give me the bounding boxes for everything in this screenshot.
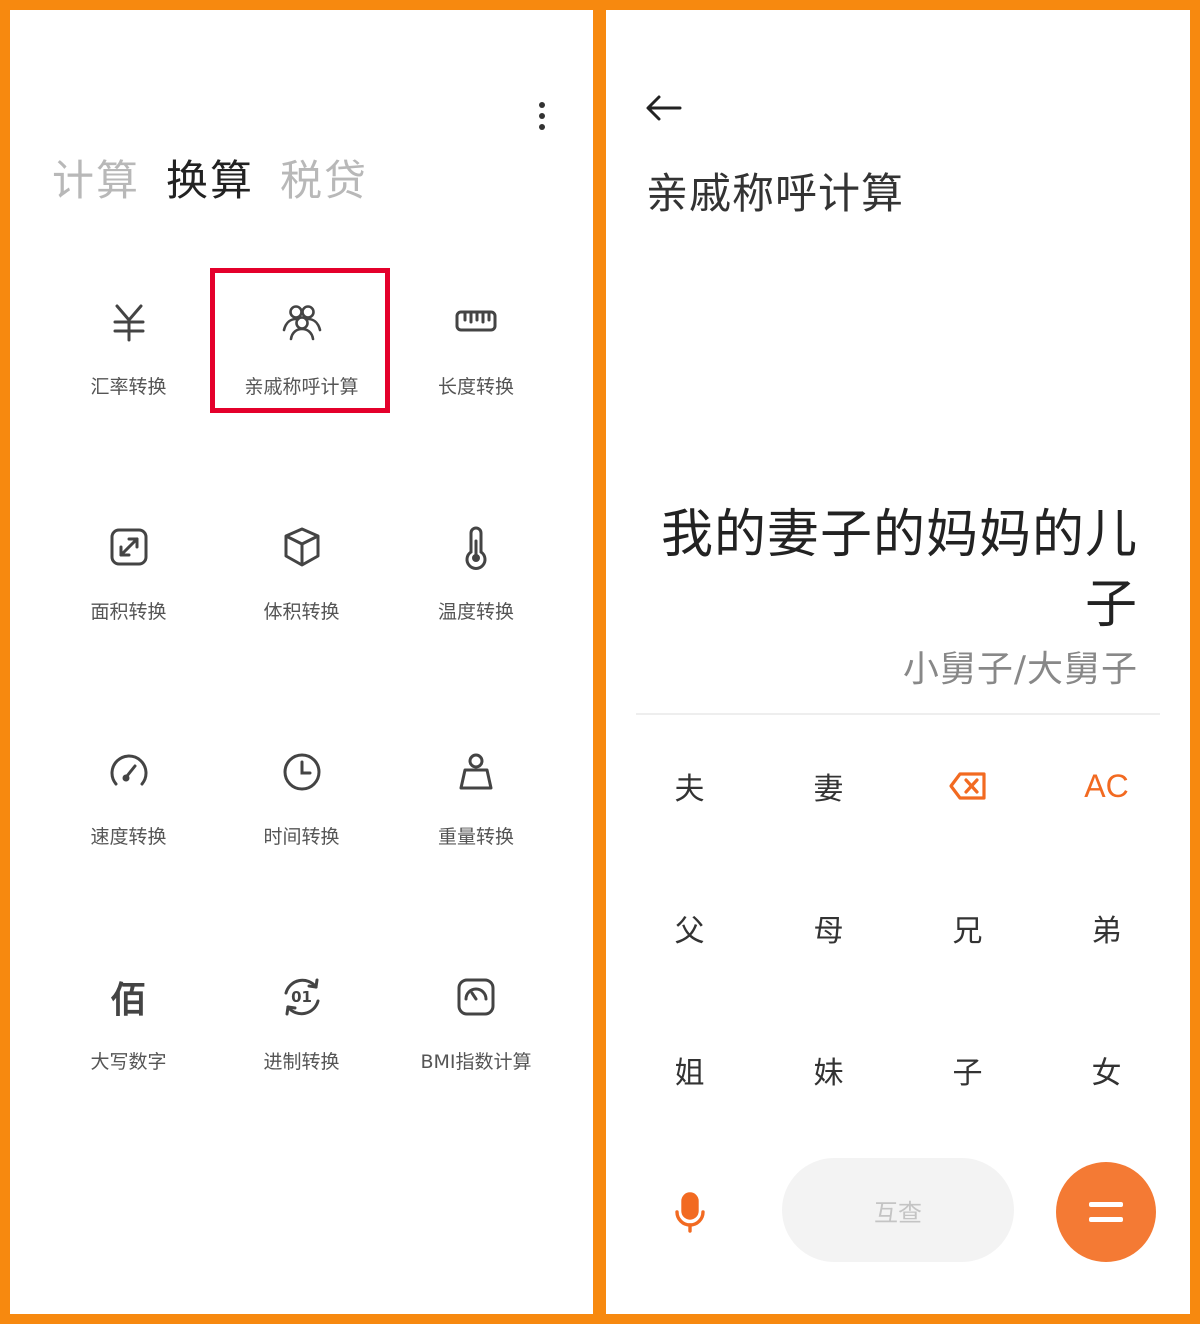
tool-label: 亲戚称呼计算: [244, 376, 359, 398]
tool-label: 体积转换: [263, 601, 340, 623]
tool-weight[interactable]: 重量转换: [388, 720, 564, 945]
tool-temperature[interactable]: 温度转换: [388, 495, 564, 720]
tool-currency[interactable]: 汇率转换: [42, 270, 215, 495]
thermometer-icon: [452, 523, 500, 571]
tool-label: 速度转换: [90, 826, 167, 848]
page-title: 亲戚称呼计算: [646, 169, 905, 218]
tool-bmi[interactable]: BMI指数计算: [388, 945, 564, 1170]
result-display: 小舅子/大舅子: [902, 649, 1138, 690]
tool-capital-number[interactable]: 佰 大写数字: [42, 945, 215, 1170]
expression-display: 我的妻子的妈妈的儿子: [660, 505, 1138, 635]
tool-label: 重量转换: [437, 826, 514, 848]
key-younger-brother[interactable]: 弟: [1037, 857, 1176, 999]
more-options-icon[interactable]: [526, 92, 558, 140]
backspace-icon[interactable]: [898, 715, 1037, 857]
back-arrow-icon[interactable]: [642, 86, 686, 130]
tool-volume[interactable]: 体积转换: [215, 495, 388, 720]
base-conversion-icon: 01: [278, 973, 326, 1021]
key-elder-brother[interactable]: 兄: [898, 857, 1037, 999]
converter-panel: 计算 换算 税贷 汇率转换 亲戚称呼计算 长度转换 面积转换 体积转换 温度转换…: [10, 10, 593, 1314]
cube-icon: [278, 523, 326, 571]
tool-time[interactable]: 时间转换: [215, 720, 388, 945]
key-father[interactable]: 父: [620, 857, 759, 999]
keypad: 夫 妻 AC 父 母 兄 弟 姐 妹 子 女: [620, 715, 1176, 1141]
tool-speed[interactable]: 速度转换: [42, 720, 215, 945]
capital-number-icon: 佰: [110, 980, 147, 1021]
key-younger-sister[interactable]: 妹: [759, 999, 898, 1141]
tab-calculate[interactable]: 计算: [52, 160, 140, 202]
currency-icon: [105, 298, 153, 346]
tab-tax-loan[interactable]: 税贷: [280, 160, 368, 202]
tool-label: 长度转换: [437, 376, 514, 398]
bmi-scale-icon: [452, 973, 500, 1021]
tool-label: BMI指数计算: [420, 1051, 532, 1073]
mode-tabs: 计算 换算 税贷: [52, 160, 368, 202]
key-elder-sister[interactable]: 姐: [620, 999, 759, 1141]
key-wife[interactable]: 妻: [759, 715, 898, 857]
key-mother[interactable]: 母: [759, 857, 898, 999]
tool-label: 时间转换: [263, 826, 340, 848]
tool-relatives[interactable]: 亲戚称呼计算: [215, 270, 388, 495]
ruler-icon: [452, 298, 500, 346]
equals-button[interactable]: [1056, 1162, 1156, 1262]
relatives-calculator-panel: 亲戚称呼计算 我的妻子的妈妈的儿子 小舅子/大舅子 夫 妻 AC 父 母 兄 弟…: [606, 10, 1190, 1314]
tool-length[interactable]: 长度转换: [388, 270, 564, 495]
key-daughter[interactable]: 女: [1037, 999, 1176, 1141]
microphone-icon[interactable]: [666, 1188, 714, 1236]
tool-label: 面积转换: [90, 601, 167, 623]
area-icon: [105, 523, 153, 571]
tool-base-conversion[interactable]: 01 进制转换: [215, 945, 388, 1170]
tool-area[interactable]: 面积转换: [42, 495, 215, 720]
speedometer-icon: [105, 748, 153, 796]
tool-label: 大写数字: [90, 1051, 167, 1073]
key-husband[interactable]: 夫: [620, 715, 759, 857]
tool-label: 汇率转换: [90, 376, 167, 398]
mutual-check-button[interactable]: 互查: [782, 1158, 1014, 1262]
relatives-icon: [278, 298, 326, 346]
tool-grid: 汇率转换 亲戚称呼计算 长度转换 面积转换 体积转换 温度转换 速度转换 时间转…: [42, 270, 564, 1170]
tool-label: 温度转换: [437, 601, 514, 623]
equals-icon: [1089, 1202, 1123, 1222]
key-son[interactable]: 子: [898, 999, 1037, 1141]
clock-icon: [278, 748, 326, 796]
tool-label: 进制转换: [263, 1051, 340, 1073]
tab-convert[interactable]: 换算: [166, 160, 254, 202]
weight-icon: [452, 748, 500, 796]
clear-all-button[interactable]: AC: [1037, 715, 1176, 857]
